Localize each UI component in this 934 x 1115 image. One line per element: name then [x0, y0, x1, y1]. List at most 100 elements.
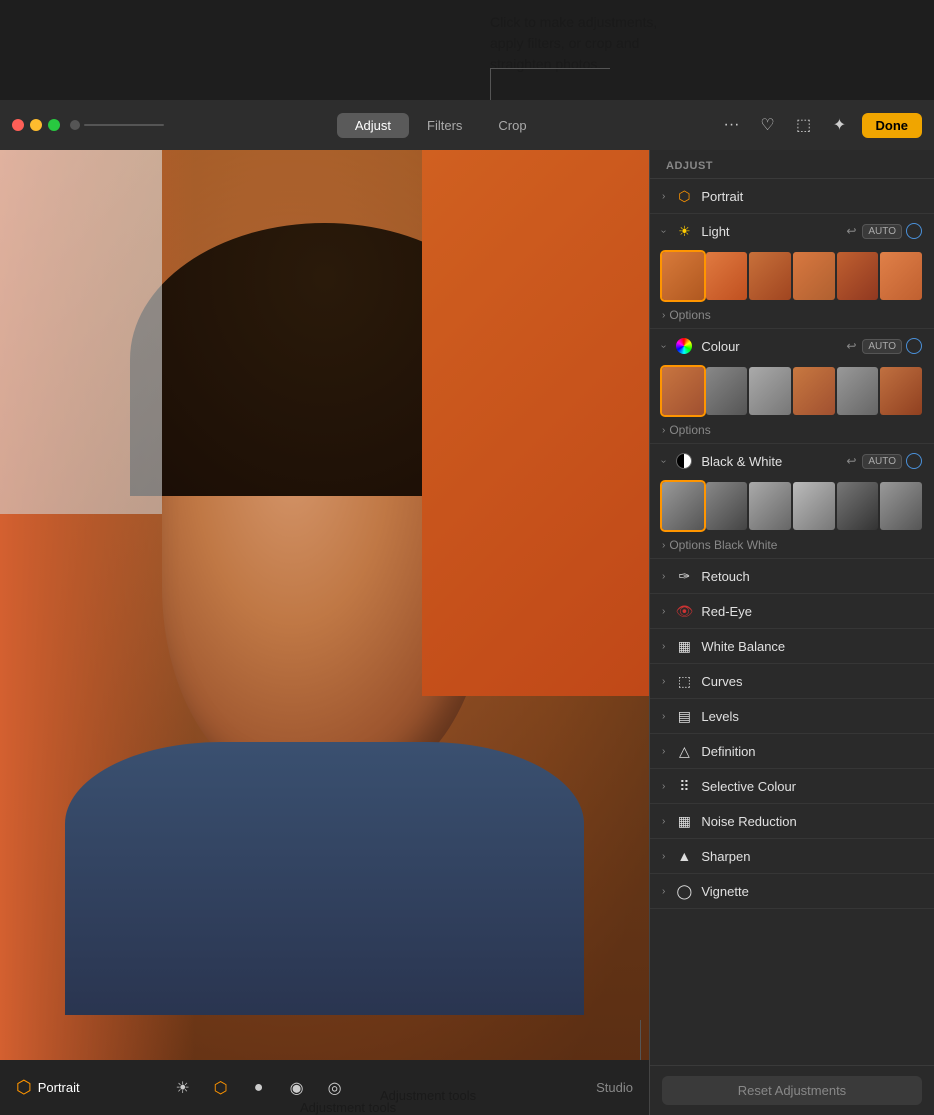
light-toggle-btn[interactable]: [906, 223, 922, 239]
toolbar-icons: ☀ ⬡ ● ◉ ◎: [172, 1077, 346, 1099]
noise-label: Noise Reduction: [701, 814, 922, 829]
adjust-scroll[interactable]: › ⬡ Portrait › ☀ Light ↩ AUTO: [650, 179, 934, 1065]
curves-row[interactable]: › ⬚ Curves: [650, 664, 934, 698]
magic-button[interactable]: ✦: [826, 111, 854, 139]
light-thumb-3[interactable]: [749, 252, 791, 300]
top-annotation: Click to make adjustments,apply filters,…: [0, 0, 934, 100]
circle-dot-icon[interactable]: ◎: [324, 1077, 346, 1099]
bw-options-row[interactable]: › Options Black White: [650, 536, 934, 558]
photo-view: [0, 150, 649, 1060]
reset-adjustments-button[interactable]: Reset Adjustments: [662, 1076, 922, 1105]
noise-row[interactable]: › ▦ Noise Reduction: [650, 804, 934, 838]
sun-dim-icon[interactable]: ☀: [172, 1077, 194, 1099]
definition-icon: △: [675, 742, 693, 760]
curves-expand-arrow: ›: [662, 676, 665, 687]
bw-auto-badge[interactable]: AUTO: [862, 454, 902, 469]
wb-row[interactable]: › ▦ White Balance: [650, 629, 934, 663]
bw-thumb-1[interactable]: [662, 482, 704, 530]
light-options-row[interactable]: › Options: [650, 306, 934, 328]
portrait-label: Portrait: [38, 1080, 80, 1095]
portrait-label-text: Portrait: [701, 189, 922, 204]
tab-filters[interactable]: Filters: [409, 113, 480, 138]
tab-crop[interactable]: Crop: [480, 113, 544, 138]
more-options-button[interactable]: ···: [718, 111, 746, 139]
tab-adjust[interactable]: Adjust: [337, 113, 409, 138]
retouch-row[interactable]: › ✑ Retouch: [650, 559, 934, 593]
bw-thumb-6[interactable]: [880, 482, 922, 530]
colour-expand-arrow: ›: [658, 344, 669, 347]
vignette-label: Vignette: [701, 884, 922, 899]
bw-options-arrow: ›: [662, 540, 665, 551]
levels-row[interactable]: › ▤ Levels: [650, 699, 934, 733]
minimize-button[interactable]: [30, 119, 42, 131]
light-expand-arrow: ›: [658, 229, 669, 232]
selective-row[interactable]: › ⠿ Selective Colour: [650, 769, 934, 803]
bw-thumb-3[interactable]: [749, 482, 791, 530]
adjust-item-vignette: › ◯ Vignette: [650, 874, 934, 909]
rotate-button[interactable]: ⬚: [790, 111, 818, 139]
bw-thumb-2[interactable]: [706, 482, 748, 530]
photo-image: [0, 150, 649, 1060]
light-thumb-5[interactable]: [837, 252, 879, 300]
light-label: Light: [701, 224, 836, 239]
colour-toggle-btn[interactable]: [906, 338, 922, 354]
circle-filled-icon[interactable]: ●: [248, 1077, 270, 1099]
done-button[interactable]: Done: [862, 113, 923, 138]
colour-options-row[interactable]: › Options: [650, 421, 934, 443]
adjust-item-curves: › ⬚ Curves: [650, 664, 934, 699]
redeye-expand-arrow: ›: [662, 606, 665, 617]
redeye-row[interactable]: › 👁 Red-Eye: [650, 594, 934, 628]
brightness-slider[interactable]: [70, 120, 164, 130]
bw-thumb-4[interactable]: [793, 482, 835, 530]
bw-toggle-btn[interactable]: [906, 453, 922, 469]
titlebar-right: ··· ♡ ⬚ ✦ Done: [718, 111, 923, 139]
wb-label: White Balance: [701, 639, 922, 654]
light-thumb-4[interactable]: [793, 252, 835, 300]
favorite-button[interactable]: ♡: [754, 111, 782, 139]
colour-auto-badge[interactable]: AUTO: [862, 339, 902, 354]
definition-label: Definition: [701, 744, 922, 759]
ring-icon[interactable]: ◉: [286, 1077, 308, 1099]
light-row[interactable]: › ☀ Light ↩ AUTO: [650, 214, 934, 248]
colour-thumb-5[interactable]: [837, 367, 879, 415]
adjust-item-portrait: › ⬡ Portrait: [650, 179, 934, 214]
bw-undo-btn[interactable]: ↩: [844, 452, 858, 470]
adjust-item-light: › ☀ Light ↩ AUTO: [650, 214, 934, 329]
colour-thumb-4[interactable]: [793, 367, 835, 415]
portrait-row[interactable]: › ⬡ Portrait: [650, 179, 934, 213]
sharpen-row[interactable]: › ▲ Sharpen: [650, 839, 934, 873]
light-undo-btn[interactable]: ↩: [844, 222, 858, 240]
adjust-item-sharpen: › ▲ Sharpen: [650, 839, 934, 874]
sharpen-label: Sharpen: [701, 849, 922, 864]
colour-undo-btn[interactable]: ↩: [844, 337, 858, 355]
colour-thumb-2[interactable]: [706, 367, 748, 415]
colour-thumb-strip: [650, 363, 934, 421]
redeye-label: Red-Eye: [701, 604, 922, 619]
colour-thumb-3[interactable]: [749, 367, 791, 415]
light-auto-badge[interactable]: AUTO: [862, 224, 902, 239]
colour-options-label: Options: [669, 423, 710, 437]
noise-icon: ▦: [675, 812, 693, 830]
close-button[interactable]: [12, 119, 24, 131]
titlebar: Adjust Filters Crop ··· ♡ ⬚ ✦ Done: [0, 100, 934, 150]
portrait-badge: ⬡ Portrait: [16, 1077, 80, 1098]
bw-thumb-5[interactable]: [837, 482, 879, 530]
colour-thumb-1[interactable]: [662, 367, 704, 415]
light-thumb-2[interactable]: [706, 252, 748, 300]
colour-thumb-6[interactable]: [880, 367, 922, 415]
retouch-label: Retouch: [701, 569, 922, 584]
light-thumb-1[interactable]: [662, 252, 704, 300]
wb-icon: ▦: [675, 637, 693, 655]
colour-row[interactable]: › Colour ↩ AUTO: [650, 329, 934, 363]
levels-label: Levels: [701, 709, 922, 724]
adjust-item-colour: › Colour ↩ AUTO: [650, 329, 934, 444]
cube-icon[interactable]: ⬡: [210, 1077, 232, 1099]
adjust-item-bw: › Black & White ↩ AUTO: [650, 444, 934, 559]
fullscreen-button[interactable]: [48, 119, 60, 131]
light-thumb-6[interactable]: [880, 252, 922, 300]
definition-row[interactable]: › △ Definition: [650, 734, 934, 768]
bw-row[interactable]: › Black & White ↩ AUTO: [650, 444, 934, 478]
light-options-label: Options: [669, 308, 710, 322]
tab-bar: Adjust Filters Crop: [164, 113, 718, 138]
vignette-row[interactable]: › ◯ Vignette: [650, 874, 934, 908]
